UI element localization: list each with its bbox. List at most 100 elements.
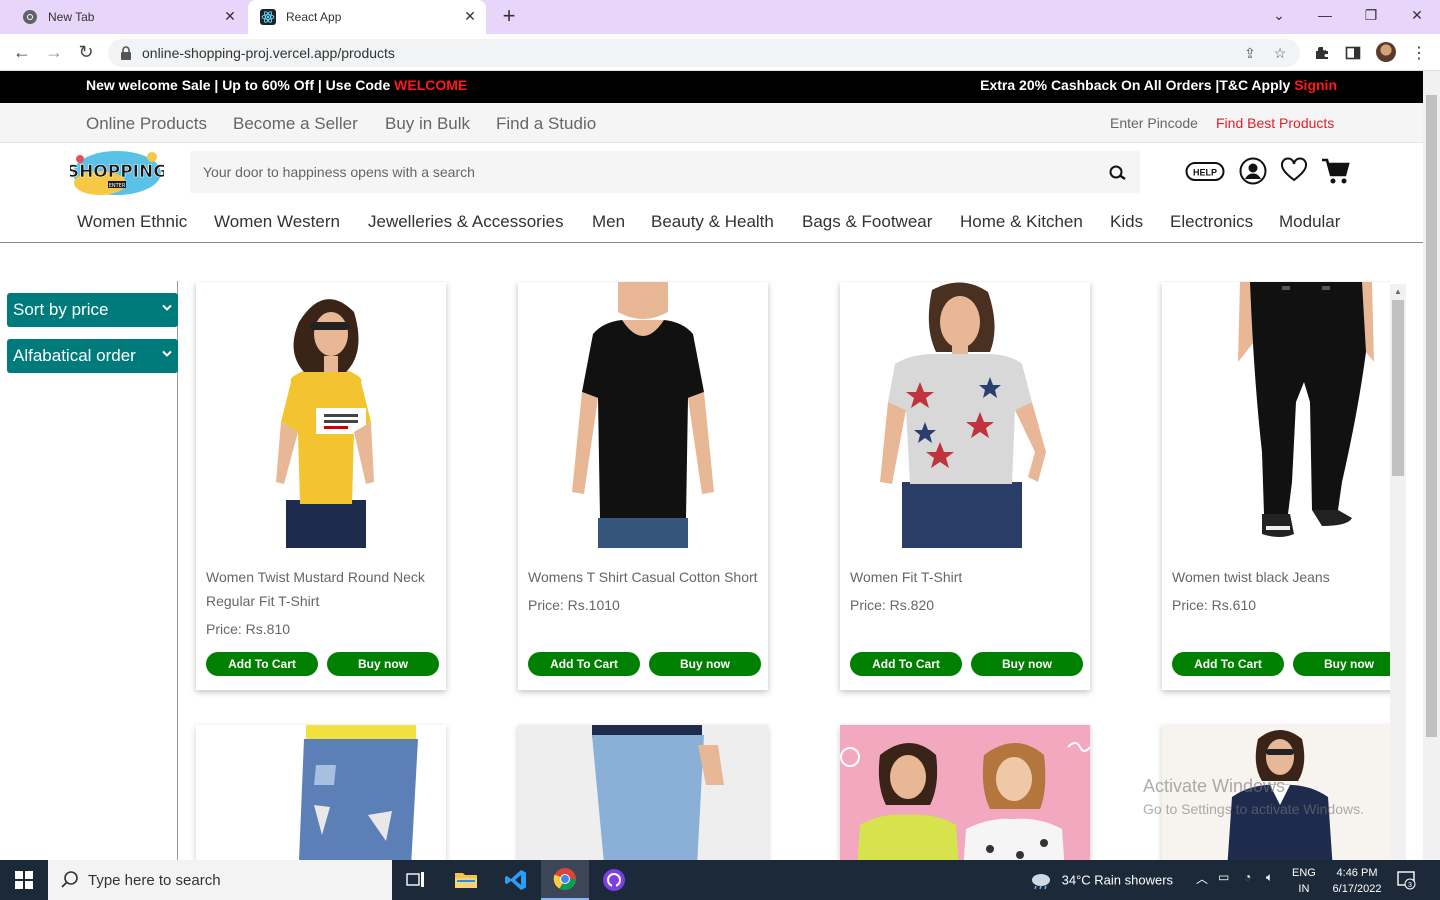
product-name[interactable]: Women Twist Mustard Round Neck Regular F… xyxy=(206,565,441,613)
scroll-up-arrow-icon[interactable]: ▲ xyxy=(1393,287,1403,297)
product-card[interactable]: Women twist black Jeans Price: Rs.610 Ad… xyxy=(1162,282,1390,690)
product-image[interactable] xyxy=(1162,282,1390,548)
category-women-ethnic[interactable]: Women Ethnic xyxy=(77,212,187,232)
taskbar-search-box[interactable]: Type here to search xyxy=(48,860,392,900)
filter-sidebar: Sort by price Alfabatical order xyxy=(0,281,178,860)
nav-become-seller[interactable]: Become a Seller xyxy=(233,114,358,134)
nav-online-products[interactable]: Online Products xyxy=(86,114,207,134)
product-card[interactable]: Women Fit T-Shirt Price: Rs.820 Add To C… xyxy=(840,282,1090,690)
product-card[interactable] xyxy=(840,725,1090,860)
category-electronics[interactable]: Electronics xyxy=(1170,212,1253,232)
url-field[interactable]: online-shopping-proj.vercel.app/products… xyxy=(108,39,1300,67)
add-to-cart-button[interactable]: Add To Cart xyxy=(850,652,962,676)
close-tab-icon[interactable]: ✕ xyxy=(222,8,238,24)
category-home-kitchen[interactable]: Home & Kitchen xyxy=(960,212,1083,232)
search-input[interactable]: Your door to happiness opens with a sear… xyxy=(190,151,1140,193)
product-name[interactable]: Womens T Shirt Casual Cotton Short xyxy=(528,565,763,589)
scrollbar-thumb[interactable] xyxy=(1392,300,1404,476)
close-tab-icon[interactable]: ✕ xyxy=(462,8,478,24)
search-icon[interactable] xyxy=(1108,163,1128,183)
buy-now-button[interactable]: Buy now xyxy=(649,652,761,676)
buy-now-button[interactable]: Buy now xyxy=(971,652,1083,676)
side-panel-icon[interactable] xyxy=(1344,44,1362,62)
category-beauty-health[interactable]: Beauty & Health xyxy=(651,212,774,232)
battery-icon[interactable]: ▭ xyxy=(1218,870,1229,884)
wifi-icon[interactable]: ◔ xyxy=(1244,870,1251,884)
category-women-western[interactable]: Women Western xyxy=(214,212,340,232)
wishlist-heart-icon[interactable] xyxy=(1280,157,1308,183)
category-modular[interactable]: Modular xyxy=(1279,212,1340,232)
extensions-icon[interactable] xyxy=(1313,44,1331,62)
region-code: IN xyxy=(1298,883,1310,895)
add-to-cart-button[interactable]: Add To Cart xyxy=(528,652,640,676)
chevron-down-icon xyxy=(162,304,172,311)
file-explorer-icon[interactable] xyxy=(442,860,490,900)
share-icon[interactable]: ⇪ xyxy=(1242,45,1258,61)
signin-link[interactable]: Signin xyxy=(1294,77,1337,93)
clock-time: 4:46 PM xyxy=(1336,867,1378,879)
category-men[interactable]: Men xyxy=(592,212,625,232)
product-name[interactable]: Women Fit T-Shirt xyxy=(850,565,1085,589)
help-icon[interactable]: HELP xyxy=(1185,160,1225,184)
sort-by-price-select[interactable]: Sort by price xyxy=(7,293,178,327)
chrome-taskbar-icon[interactable] xyxy=(541,860,589,900)
nav-find-studio[interactable]: Find a Studio xyxy=(496,114,596,134)
vscode-icon[interactable] xyxy=(492,860,540,900)
product-image[interactable] xyxy=(518,282,768,548)
product-image[interactable] xyxy=(196,282,446,548)
product-list-scrollbar[interactable]: ▲ xyxy=(1390,284,1406,860)
restore-button[interactable]: ❐ xyxy=(1348,0,1394,30)
windows-start-button[interactable] xyxy=(0,860,48,900)
tab-react-app[interactable]: React App ✕ xyxy=(248,0,486,34)
promo-sale-text: New welcome Sale | Up to 60% Off | Use C… xyxy=(86,77,395,93)
forward-button[interactable]: → xyxy=(42,40,66,64)
product-image[interactable] xyxy=(196,725,446,860)
browser-tab-bar: New Tab ✕ React App ✕ + ⌄ — ❐ ✕ xyxy=(0,0,1440,34)
product-card[interactable] xyxy=(518,725,768,860)
product-image[interactable] xyxy=(840,282,1090,548)
cart-icon[interactable] xyxy=(1320,157,1350,185)
weather-widget[interactable]: 34°C Rain showers xyxy=(1030,872,1173,890)
task-view-icon[interactable] xyxy=(392,860,440,900)
page-scrollbar[interactable] xyxy=(1423,71,1440,860)
lock-icon xyxy=(121,46,131,60)
back-button[interactable]: ← xyxy=(10,40,34,64)
show-hidden-icons-icon[interactable]: ︿ xyxy=(1196,870,1208,887)
product-name[interactable]: Women twist black Jeans xyxy=(1172,565,1390,589)
find-best-products-link[interactable]: Find Best Products xyxy=(1216,115,1334,131)
promo-right: Extra 20% Cashback On All Orders |T&C Ap… xyxy=(980,77,1337,93)
volume-icon[interactable]: 🔈︎ xyxy=(1266,870,1273,885)
profile-avatar[interactable] xyxy=(1376,42,1396,62)
close-window-button[interactable]: ✕ xyxy=(1394,0,1440,30)
buy-now-button[interactable]: Buy now xyxy=(1293,652,1390,676)
language-indicator[interactable]: ENG IN xyxy=(1292,865,1316,897)
tab-search-icon[interactable]: ⌄ xyxy=(1256,0,1302,30)
enter-pincode-link[interactable]: Enter Pincode xyxy=(1110,115,1198,131)
account-icon[interactable] xyxy=(1239,157,1267,185)
new-tab-button[interactable]: + xyxy=(498,5,520,28)
watermark-subtitle: Go to Settings to activate Windows. xyxy=(1143,801,1364,817)
nav-buy-in-bulk[interactable]: Buy in Bulk xyxy=(385,114,470,134)
shopping-logo[interactable]: SHOPPING ENTER xyxy=(67,147,167,197)
reload-button[interactable]: ↻ xyxy=(74,40,98,64)
buy-now-button[interactable]: Buy now xyxy=(327,652,439,676)
add-to-cart-button[interactable]: Add To Cart xyxy=(206,652,318,676)
notification-center-icon[interactable]: 3 xyxy=(1396,870,1416,890)
github-desktop-icon[interactable] xyxy=(590,860,638,900)
category-kids[interactable]: Kids xyxy=(1110,212,1143,232)
menu-kebab-icon[interactable]: ⋮ xyxy=(1410,44,1428,62)
product-image[interactable] xyxy=(518,725,768,860)
product-card[interactable]: Womens T Shirt Casual Cotton Short Price… xyxy=(518,282,768,690)
product-card[interactable] xyxy=(196,725,446,860)
category-jewelleries[interactable]: Jewelleries & Accessories xyxy=(368,212,564,232)
bookmark-star-icon[interactable]: ☆ xyxy=(1272,45,1288,61)
product-card[interactable]: Women Twist Mustard Round Neck Regular F… xyxy=(196,282,446,690)
minimize-button[interactable]: — xyxy=(1302,0,1348,30)
add-to-cart-button[interactable]: Add To Cart xyxy=(1172,652,1284,676)
alphabetical-order-select[interactable]: Alfabatical order xyxy=(7,339,178,373)
system-clock[interactable]: 4:46 PM 6/17/2022 xyxy=(1326,865,1388,897)
category-bags-footwear[interactable]: Bags & Footwear xyxy=(802,212,932,232)
page-scrollbar-thumb[interactable] xyxy=(1426,95,1437,737)
tab-new-tab[interactable]: New Tab ✕ xyxy=(10,0,246,34)
product-image[interactable] xyxy=(840,725,1090,860)
